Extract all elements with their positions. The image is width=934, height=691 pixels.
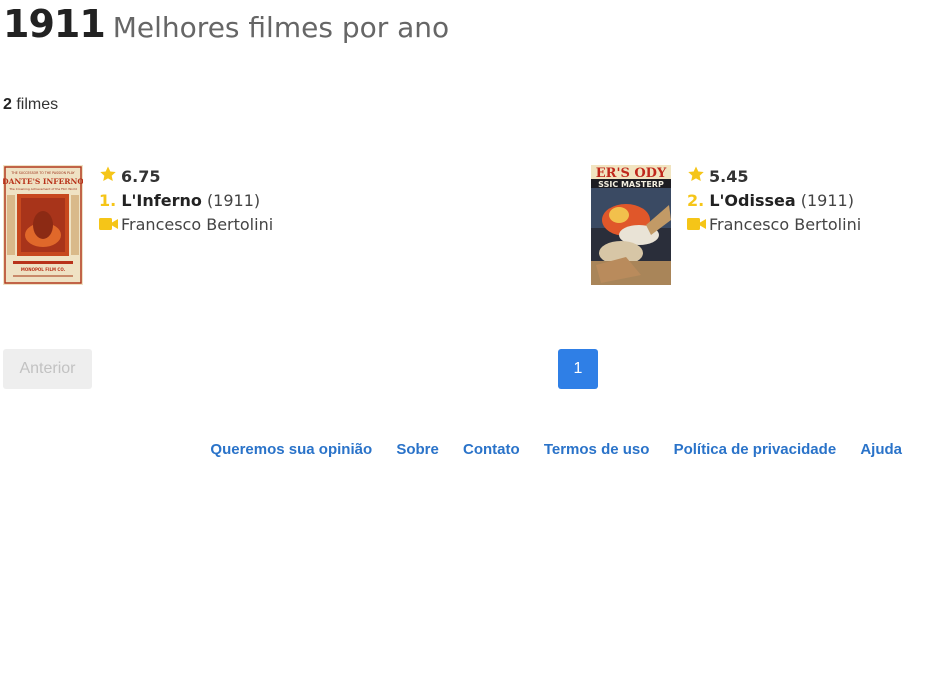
page-title-year: 1911 <box>3 2 106 46</box>
poster-line2: DANTE'S INFERNO <box>3 177 83 186</box>
poster-inferno-image: THE SUCCESSOR TO THE PASSION PLAY DANTE'… <box>3 165 83 285</box>
previous-page-button[interactable]: Anterior <box>3 349 92 389</box>
rating-row: 6.75 <box>99 165 273 189</box>
movie-poster[interactable]: THE SUCCESSOR TO THE PASSION PLAY DANTE'… <box>3 165 83 285</box>
result-count-number: 2 <box>3 96 12 113</box>
movie-director-link[interactable]: Francesco Bertolini <box>709 215 861 234</box>
movie-info: 6.75 1. L'Inferno (1911) Francesco Berto… <box>99 165 273 237</box>
director-row: Francesco Bertolini <box>99 213 273 237</box>
movie-rating: 6.75 <box>121 167 161 186</box>
star-icon <box>687 165 709 190</box>
poster-line2: SSIC MASTERP <box>598 180 664 189</box>
movie-title-link[interactable]: L'Inferno <box>121 191 202 210</box>
title-row: 2. L'Odissea (1911) <box>687 189 861 213</box>
movie-year: (1911) <box>800 191 854 210</box>
poster-line3: The Crowning Achievement of the Film Wor… <box>8 187 77 191</box>
footer-link-feedback[interactable]: Queremos sua opinião <box>210 441 372 458</box>
footer-links: Queremos sua opinião Sobre Contato Termo… <box>190 441 902 458</box>
movie-card: ER'S ODY SSIC MASTERP 5.45 2. L'Odissea … <box>591 165 911 285</box>
movie-card: THE SUCCESSOR TO THE PASSION PLAY DANTE'… <box>3 165 403 285</box>
poster-line4: MONOPOL FILM CO. <box>21 267 66 272</box>
footer-link-terms[interactable]: Termos de uso <box>544 441 650 458</box>
poster-odissea-image: ER'S ODY SSIC MASTERP <box>591 165 671 285</box>
result-count: 2 filmes <box>3 96 58 114</box>
movie-year: (1911) <box>206 191 261 210</box>
page-1-button[interactable]: 1 <box>558 349 598 389</box>
movie-rating: 5.45 <box>709 167 749 186</box>
page-subtitle: Melhores filmes por ano <box>112 11 450 44</box>
footer-link-about[interactable]: Sobre <box>396 441 439 458</box>
page: 1911 Melhores filmes por ano 2 filmes THE… <box>0 0 934 691</box>
page-heading: 1911 Melhores filmes por ano <box>3 2 449 46</box>
poster-line1: ER'S ODY <box>596 166 667 181</box>
director-row: Francesco Bertolini <box>687 213 861 237</box>
movie-info: 5.45 2. L'Odissea (1911) Francesco Berto… <box>687 165 861 237</box>
movie-title-link[interactable]: L'Odissea <box>709 191 795 210</box>
rating-row: 5.45 <box>687 165 861 189</box>
movie-rank: 2. <box>687 191 705 210</box>
footer-link-help[interactable]: Ajuda <box>860 441 902 458</box>
movie-director-link[interactable]: Francesco Bertolini <box>121 215 273 234</box>
movie-rank: 1. <box>99 191 117 210</box>
poster-line1: THE SUCCESSOR TO THE PASSION PLAY <box>10 171 74 175</box>
footer-link-privacy[interactable]: Política de privacidade <box>674 441 837 458</box>
movie-poster[interactable]: ER'S ODY SSIC MASTERP <box>591 165 671 285</box>
result-count-label: filmes <box>16 96 59 113</box>
video-camera-icon <box>99 214 121 238</box>
star-icon <box>99 165 121 190</box>
title-row: 1. L'Inferno (1911) <box>99 189 273 213</box>
video-camera-icon <box>687 214 709 238</box>
footer-link-contact[interactable]: Contato <box>463 441 520 458</box>
